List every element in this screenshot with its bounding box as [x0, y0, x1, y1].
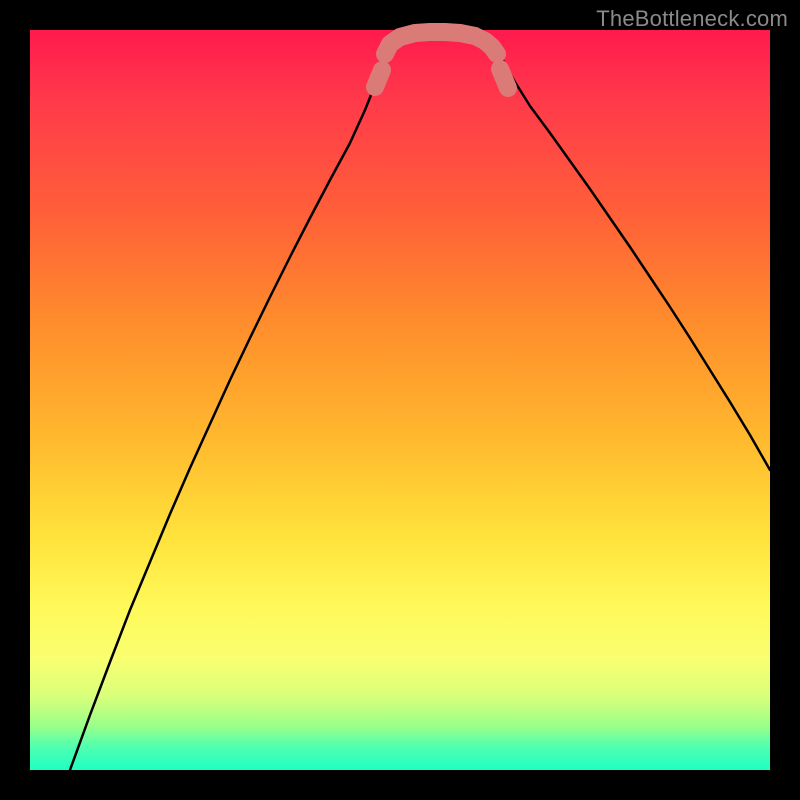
outer-frame: TheBottleneck.com	[0, 0, 800, 800]
watermark-label: TheBottleneck.com	[596, 6, 788, 32]
chart-series-group	[70, 32, 770, 770]
chart-plot-area	[30, 30, 770, 770]
series-curve-right	[494, 41, 770, 470]
series-dash-upper-left	[375, 70, 382, 87]
series-curve-left	[70, 41, 388, 770]
series-dash-upper-right	[500, 69, 508, 88]
chart-svg	[30, 30, 770, 770]
series-bottom-rounded-segment	[385, 32, 497, 54]
